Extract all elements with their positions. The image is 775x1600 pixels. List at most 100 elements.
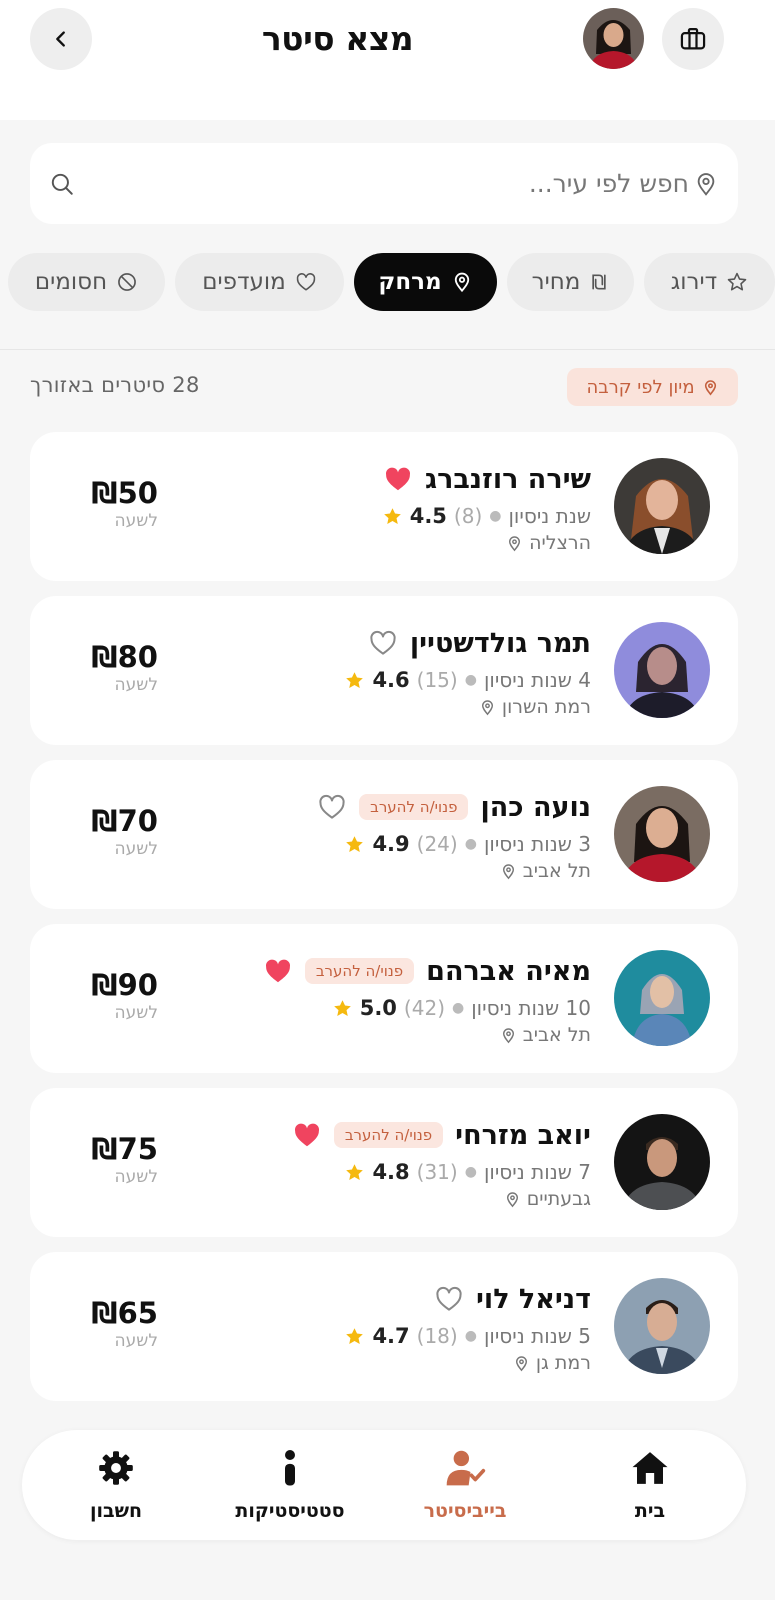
- sitter-avatar: [614, 1278, 710, 1374]
- search-bar[interactable]: [30, 143, 738, 224]
- sitter-experience: 10 שנות ניסיון: [471, 996, 591, 1020]
- sitter-price: ₪70 לשעה: [58, 804, 158, 860]
- filter-distance-label: מרחק: [378, 269, 442, 295]
- sitter-info: שירה רוזנברג שנת ניסיון ● (8) 4.5 הרצליה: [171, 456, 591, 556]
- sitter-city: רמת השרון: [501, 696, 591, 718]
- sitter-card[interactable]: מאיה אברהם פנוי/ה להערב 10 שנות ניסיון ●…: [30, 924, 738, 1073]
- sitter-experience: שנת ניסיון: [508, 504, 591, 528]
- sitter-rating: 4.7: [372, 1324, 410, 1348]
- sitter-name: יואב מזרחי: [455, 1119, 591, 1151]
- sitter-info: דניאל לוי 5 שנות ניסיון ● (18) 4.7 רמת ג…: [171, 1276, 591, 1376]
- sitter-card[interactable]: יואב מזרחי פנוי/ה להערב 7 שנות ניסיון ● …: [30, 1088, 738, 1237]
- filter-chips: דירוג מחיר מרחק מועדפים חסומים: [0, 253, 775, 311]
- filter-price-chip[interactable]: מחיר: [507, 253, 634, 311]
- page-title: מצא סיטר: [261, 19, 414, 58]
- separator-dot: ●: [464, 1164, 477, 1180]
- price-unit: לשעה: [114, 1003, 158, 1023]
- search-icon[interactable]: [46, 168, 78, 200]
- sitter-name: תמר גולדשטיין: [409, 627, 591, 659]
- sitter-info: יואב מזרחי פנוי/ה להערב 7 שנות ניסיון ● …: [171, 1112, 591, 1212]
- info-icon: [275, 1444, 305, 1492]
- babysitter-icon: [443, 1444, 487, 1492]
- app-header: מצא סיטר: [0, 0, 775, 120]
- sitter-info: תמר גולדשטיין 4 שנות ניסיון ● (15) 4.6 ר…: [171, 620, 591, 720]
- sitter-reviews: (15): [416, 668, 458, 692]
- bag-button[interactable]: [662, 8, 724, 70]
- filter-price-label: מחיר: [531, 269, 581, 295]
- sitter-card[interactable]: נועה כהן פנוי/ה להערב 3 שנות ניסיון ● (2…: [30, 760, 738, 909]
- divider: [0, 349, 775, 350]
- nav-statistics[interactable]: סטטיסטיקות: [215, 1444, 365, 1530]
- back-button[interactable]: [30, 8, 92, 70]
- block-icon: [118, 273, 137, 291]
- sitter-name: שירה רוזנברג: [425, 463, 591, 495]
- filter-rating-chip[interactable]: דירוג: [644, 253, 775, 311]
- price-amount: ₪50: [91, 476, 158, 510]
- filter-distance-chip[interactable]: מרחק: [354, 253, 497, 311]
- price-unit: לשעה: [114, 1331, 158, 1351]
- briefcase-icon: [680, 27, 706, 50]
- sitter-avatar: [614, 458, 710, 554]
- star-icon: [346, 671, 364, 688]
- nav-account[interactable]: חשבון: [41, 1444, 191, 1530]
- home-icon: [630, 1444, 670, 1492]
- filter-blocked-chip[interactable]: חסומים: [8, 253, 165, 311]
- separator-dot: ●: [489, 508, 502, 524]
- sitter-city: רמת גן: [535, 1352, 591, 1374]
- sitter-rating: 4.5: [409, 504, 447, 528]
- sitter-info: מאיה אברהם פנוי/ה להערב 10 שנות ניסיון ●…: [171, 948, 591, 1048]
- filter-favorites-label: מועדפים: [202, 269, 286, 295]
- sitter-reviews: (42): [403, 996, 445, 1020]
- nav-account-label: חשבון: [89, 1500, 143, 1522]
- heart-outline-icon: [296, 273, 316, 291]
- gear-icon: [98, 1444, 134, 1492]
- chevron-left-icon: [56, 31, 65, 47]
- heart-filled-icon[interactable]: [383, 464, 413, 494]
- price-amount: ₪80: [91, 640, 158, 674]
- heart-outline-icon[interactable]: [434, 1284, 464, 1314]
- nav-home[interactable]: בית: [575, 1444, 725, 1530]
- separator-dot: ●: [452, 1000, 465, 1016]
- sitter-avatar: [614, 786, 710, 882]
- sitter-price: ₪75 לשעה: [58, 1132, 158, 1188]
- sitter-experience: 7 שנות ניסיון: [483, 1160, 591, 1184]
- heart-filled-icon[interactable]: [292, 1120, 322, 1150]
- sitter-card[interactable]: תמר גולדשטיין 4 שנות ניסיון ● (15) 4.6 ר…: [30, 596, 738, 745]
- filter-favorites-chip[interactable]: מועדפים: [175, 253, 344, 311]
- sitter-reviews: (18): [416, 1324, 458, 1348]
- star-icon: [346, 1163, 364, 1180]
- nav-babysitter-label: בייביסיטר: [423, 1500, 507, 1522]
- sitter-experience: 5 שנות ניסיון: [483, 1324, 591, 1348]
- availability-badge: פנוי/ה להערב: [333, 1122, 444, 1148]
- separator-dot: ●: [464, 836, 477, 852]
- star-icon: [333, 999, 351, 1016]
- sitter-card[interactable]: שירה רוזנברג שנת ניסיון ● (8) 4.5 הרצליה…: [30, 432, 738, 581]
- price-amount: ₪90: [91, 968, 158, 1002]
- heart-filled-icon[interactable]: [263, 956, 293, 986]
- user-avatar[interactable]: [583, 8, 644, 69]
- price-amount: ₪75: [91, 1132, 158, 1166]
- price-unit: לשעה: [114, 675, 158, 695]
- star-icon: [346, 1327, 364, 1344]
- sitter-experience: 4 שנות ניסיון: [483, 668, 591, 692]
- sitter-reviews: (8): [453, 504, 483, 528]
- map-pin-icon: [691, 169, 721, 199]
- sitter-name: מאיה אברהם: [426, 955, 591, 987]
- sitter-rating: 5.0: [359, 996, 397, 1020]
- map-pin-icon: [481, 699, 493, 715]
- filter-rating-label: דירוג: [670, 269, 718, 295]
- search-input[interactable]: [78, 169, 691, 198]
- map-pin-icon: [515, 1355, 527, 1371]
- heart-outline-icon[interactable]: [317, 792, 347, 822]
- sitter-rating: 4.8: [372, 1160, 410, 1184]
- map-pin-icon: [502, 863, 514, 879]
- sitter-reviews: (31): [416, 1160, 458, 1184]
- sitter-reviews: (24): [416, 832, 458, 856]
- results-count: 28 סיטרים באזורך: [30, 373, 200, 397]
- heart-outline-icon[interactable]: [368, 628, 398, 658]
- sitter-card[interactable]: דניאל לוי 5 שנות ניסיון ● (18) 4.7 רמת ג…: [30, 1252, 738, 1401]
- map-pin-icon: [509, 535, 521, 551]
- sitter-avatar: [614, 622, 710, 718]
- nav-babysitter[interactable]: בייביסיטר: [390, 1444, 540, 1530]
- sort-button[interactable]: מיון לפי קרבה: [567, 368, 738, 406]
